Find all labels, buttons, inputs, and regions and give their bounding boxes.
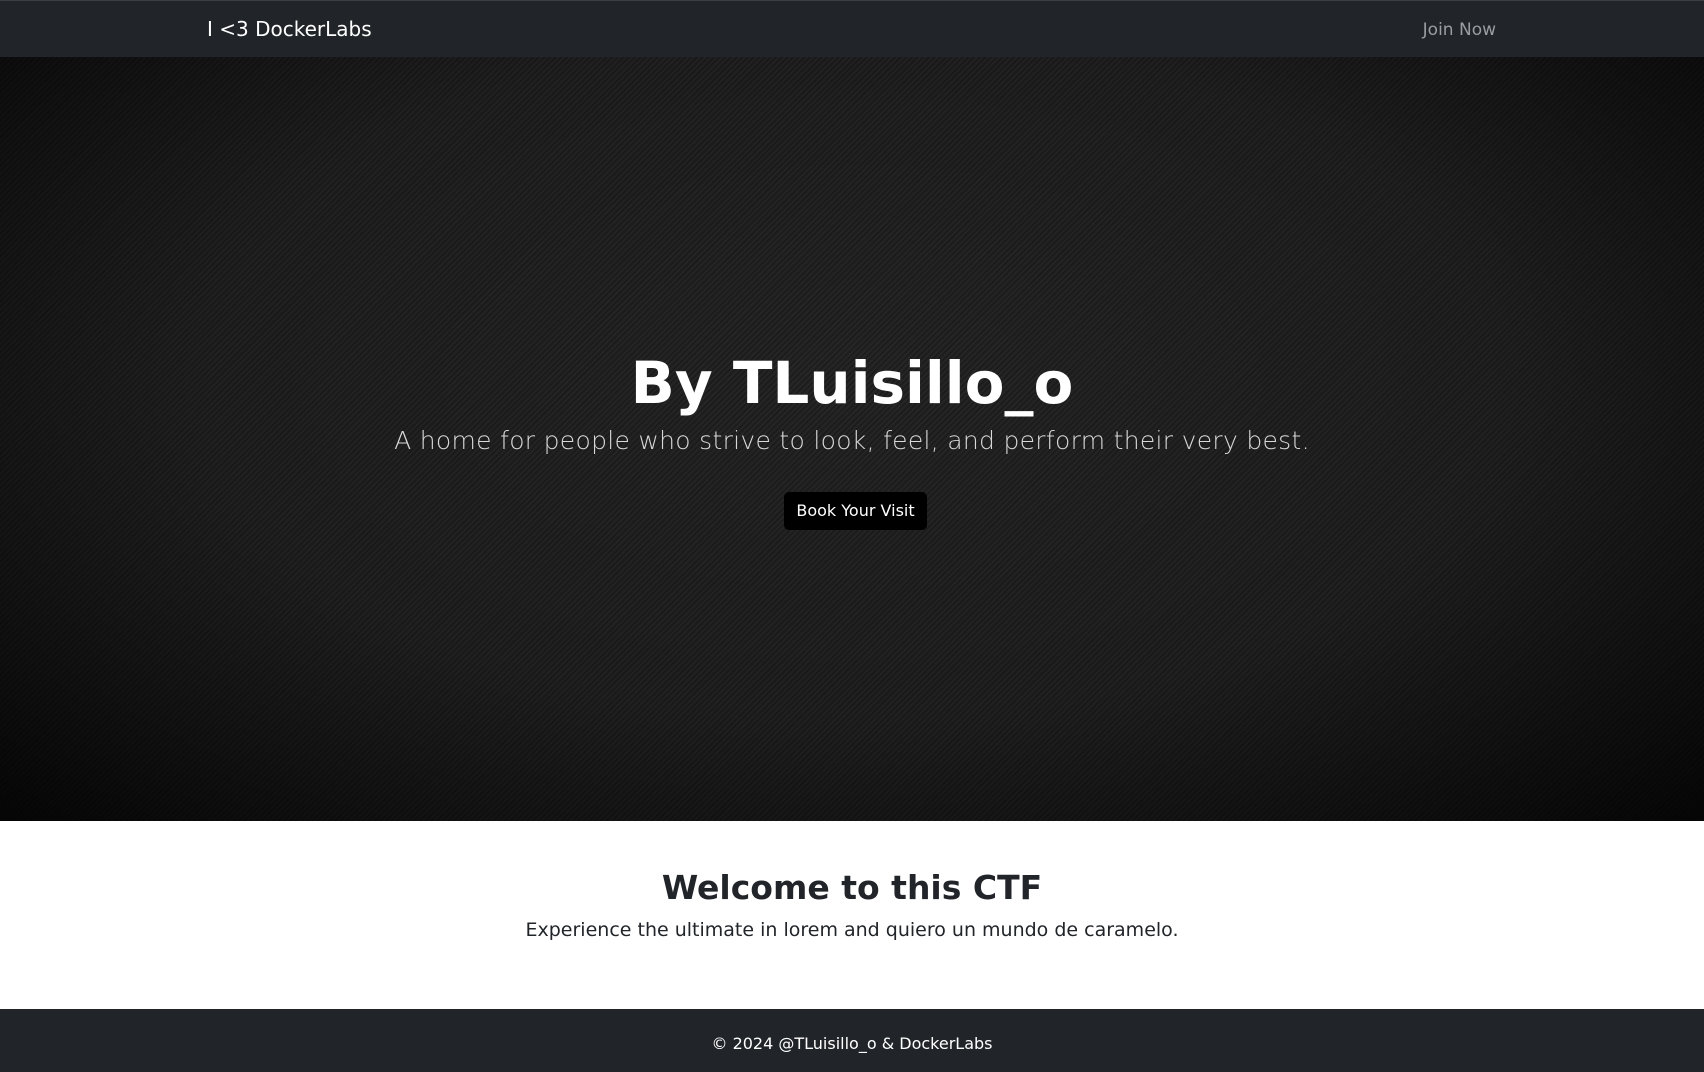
hero-subtitle: A home for people who strive to look, fe… xyxy=(394,426,1310,455)
join-now-link[interactable]: Join Now xyxy=(1423,19,1496,41)
book-visit-button[interactable]: Book Your Visit xyxy=(784,492,927,530)
footer-copyright: © 2024 @TLuisillo_o & DockerLabs xyxy=(711,1034,993,1053)
hero-section: By TLuisillo_o A home for people who str… xyxy=(0,57,1704,821)
brand-link[interactable]: I <3 DockerLabs xyxy=(207,17,372,41)
top-navbar: I <3 DockerLabs Join Now xyxy=(0,0,1704,57)
welcome-title: Welcome to this CTF xyxy=(661,868,1043,907)
welcome-text: Experience the ultimate in lorem and qui… xyxy=(525,919,1179,941)
page-footer: © 2024 @TLuisillo_o & DockerLabs xyxy=(0,1009,1704,1072)
welcome-section: Welcome to this CTF Experience the ultim… xyxy=(0,821,1704,1009)
hero-title: By TLuisillo_o xyxy=(630,349,1074,417)
